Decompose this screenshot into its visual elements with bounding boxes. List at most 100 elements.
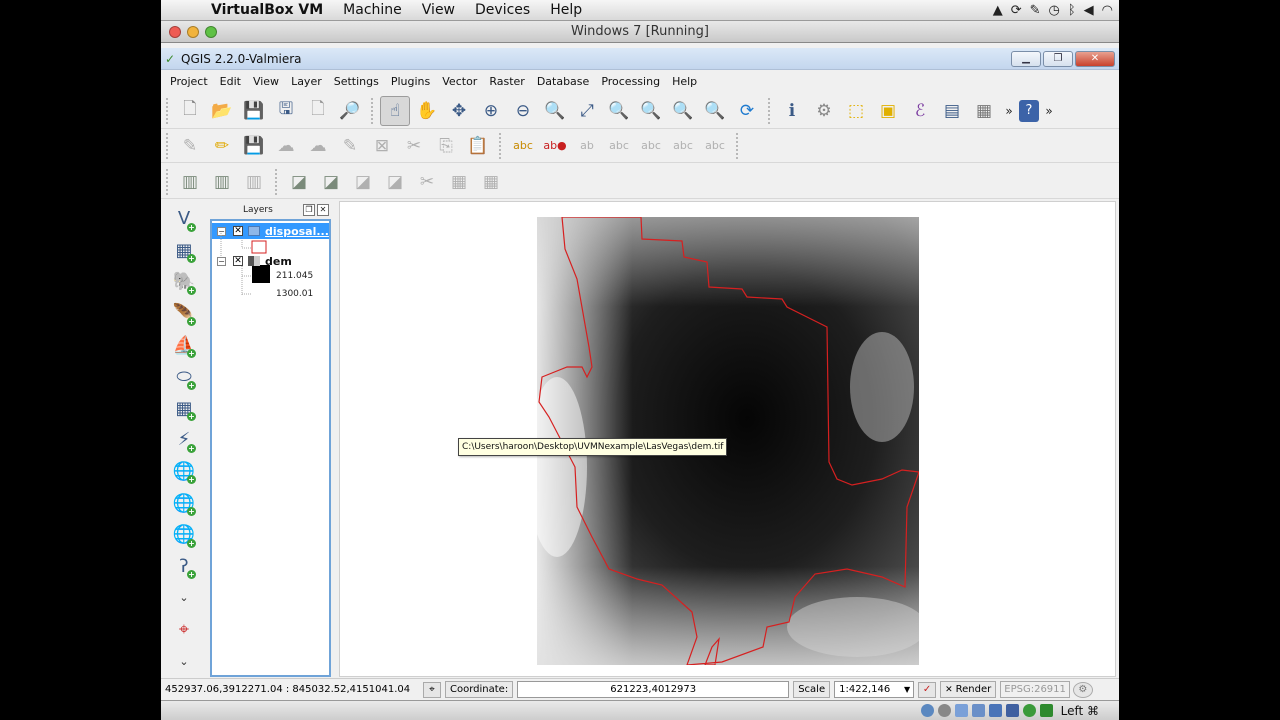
save-as-icon[interactable]: 🖫 bbox=[271, 96, 301, 126]
menu-edit[interactable]: Edit bbox=[214, 75, 247, 88]
float-panel-button[interactable]: ❐ bbox=[303, 204, 315, 216]
pan-to-selection-icon[interactable]: ✥ bbox=[444, 96, 474, 126]
minimize-window-button[interactable] bbox=[187, 26, 199, 38]
virtualization-icon[interactable] bbox=[1022, 704, 1036, 717]
split-features-icon[interactable]: ✂ bbox=[412, 167, 442, 197]
add-vector-layer-icon[interactable]: V + bbox=[169, 203, 199, 235]
add-postgis-layer-icon[interactable]: 🐘 + bbox=[169, 266, 199, 298]
toolbar-grip[interactable] bbox=[275, 168, 279, 195]
pin-labels-icon[interactable]: ab● bbox=[540, 131, 570, 161]
scale-combobox[interactable]: 1:422,146 ▼ bbox=[834, 681, 915, 698]
qgis-restore-button[interactable]: ❐ bbox=[1043, 51, 1073, 67]
label-properties-icon[interactable]: abc bbox=[700, 131, 730, 161]
composer-manager-icon[interactable]: 🔎 bbox=[335, 96, 365, 126]
add-oracle-layer-icon[interactable]: ⬭ + bbox=[169, 361, 199, 393]
menu-vector[interactable]: Vector bbox=[436, 75, 483, 88]
identify-features-icon[interactable]: ℹ bbox=[777, 96, 807, 126]
touch-zoom-pan-icon[interactable]: ☝ bbox=[380, 95, 410, 126]
fill-ring-icon[interactable]: ▥ bbox=[239, 167, 269, 197]
render-checkbox[interactable]: ✕ bbox=[945, 685, 953, 695]
toolbar-grip[interactable] bbox=[736, 132, 740, 159]
move-feature-icon[interactable]: ☁ bbox=[303, 131, 333, 161]
zoom-next-icon[interactable]: 🔍 bbox=[700, 96, 730, 126]
display-icon[interactable] bbox=[988, 704, 1002, 717]
current-edits-icon[interactable]: ✎ bbox=[175, 131, 205, 161]
change-label-icon[interactable]: abc bbox=[668, 131, 698, 161]
toggle-editing-icon[interactable]: ✏ bbox=[207, 131, 237, 161]
mouse-integration-icon[interactable] bbox=[1039, 704, 1053, 717]
save-project-icon[interactable]: 💾 bbox=[239, 96, 269, 126]
drive-icon[interactable]: ▲ bbox=[993, 3, 1003, 18]
toolbar-grip[interactable] bbox=[371, 97, 375, 124]
menu-view[interactable]: View bbox=[412, 2, 465, 18]
zoom-in-icon[interactable]: ⊕ bbox=[476, 96, 506, 126]
toolbar-grip[interactable] bbox=[499, 132, 503, 159]
toolbar-more-icon[interactable]: » bbox=[1001, 96, 1017, 126]
measure-icon[interactable]: ▦ bbox=[969, 96, 999, 126]
toolbar-more-icon[interactable]: » bbox=[1041, 96, 1057, 126]
menu-view[interactable]: View bbox=[247, 75, 285, 88]
map-tips-icon[interactable]: ⚙ bbox=[809, 96, 839, 126]
paste-features-icon[interactable]: 📋 bbox=[463, 131, 493, 161]
collapse-toggle-icon[interactable]: − bbox=[217, 256, 226, 266]
sync-icon[interactable]: ⟳ bbox=[1011, 3, 1022, 18]
new-print-composer-icon[interactable]: 🗋 bbox=[303, 96, 333, 126]
open-project-icon[interactable]: 📂 bbox=[207, 96, 237, 126]
menu-processing[interactable]: Processing bbox=[595, 75, 666, 88]
zoom-last-icon[interactable]: 🔍 bbox=[668, 96, 698, 126]
layer-labeling-icon[interactable]: abc bbox=[508, 131, 538, 161]
map-canvas[interactable]: C:\Users\haroon\Desktop\UVMNexample\LasV… bbox=[339, 201, 1116, 677]
toolbar-grip[interactable] bbox=[166, 97, 170, 124]
add-spatialite-layer-icon[interactable]: 🪶 + bbox=[169, 298, 199, 330]
shared-folders-icon[interactable] bbox=[971, 704, 985, 717]
zoom-window-button[interactable] bbox=[205, 26, 217, 38]
zoom-full-icon[interactable]: ⤢ bbox=[572, 96, 602, 126]
save-edits-icon[interactable]: 💾 bbox=[239, 131, 269, 161]
coordinate-capture-icon[interactable]: ⌖ bbox=[169, 614, 199, 646]
offset-curve-icon[interactable]: ◪ bbox=[380, 167, 410, 197]
expand-tools-icon[interactable]: ⌄ bbox=[169, 645, 199, 677]
deselect-features-icon[interactable]: ▣ bbox=[873, 96, 903, 126]
menu-raster[interactable]: Raster bbox=[483, 75, 530, 88]
pan-map-icon[interactable]: ✋ bbox=[412, 96, 442, 126]
zoom-to-layer-icon[interactable]: 🔍 bbox=[636, 96, 666, 126]
close-window-button[interactable] bbox=[169, 26, 181, 38]
delete-selected-icon[interactable]: ⊠ bbox=[367, 131, 397, 161]
select-features-icon[interactable]: ⬚ bbox=[841, 96, 871, 126]
close-panel-button[interactable]: ✕ bbox=[317, 204, 329, 216]
help-icon[interactable]: ? bbox=[1019, 99, 1039, 122]
show-hide-labels-icon[interactable]: ab bbox=[572, 131, 602, 161]
usb-icon[interactable] bbox=[954, 704, 968, 717]
menu-devices[interactable]: Devices bbox=[465, 2, 540, 18]
menu-machine[interactable]: Machine bbox=[333, 2, 412, 18]
messages-icon[interactable]: ⚙ bbox=[1072, 681, 1093, 698]
rotate-label-icon[interactable]: abc bbox=[636, 131, 666, 161]
attribute-table-icon[interactable]: ▤ bbox=[937, 96, 967, 126]
toolbar-grip[interactable] bbox=[166, 168, 170, 195]
stop-render-icon[interactable]: ✓ bbox=[918, 681, 937, 698]
layer-visibility-checkbox[interactable]: ✕ bbox=[233, 256, 243, 266]
field-calculator-icon[interactable]: ℰ bbox=[905, 96, 935, 126]
delete-ring-icon[interactable]: ◪ bbox=[284, 167, 314, 197]
add-mssql-layer-icon[interactable]: ⛵ + bbox=[169, 329, 199, 361]
layer-tree[interactable]: − ✕ disposal... − ✕ dem 211.045 1300.01 bbox=[210, 219, 331, 677]
qgis-close-button[interactable]: ✕ bbox=[1075, 51, 1115, 67]
coordinate-field[interactable]: 621223,4012973 bbox=[517, 681, 790, 698]
zoom-to-selection-icon[interactable]: 🔍 bbox=[604, 96, 634, 126]
merge-features-icon[interactable]: ▦ bbox=[476, 167, 506, 197]
split-parts-icon[interactable]: ▦ bbox=[444, 167, 474, 197]
menu-plugins[interactable]: Plugins bbox=[385, 75, 436, 88]
zoom-out-icon[interactable]: ⊖ bbox=[508, 96, 538, 126]
delete-part-icon[interactable]: ◪ bbox=[316, 167, 346, 197]
add-raster-layer-icon[interactable]: ▦ + bbox=[169, 235, 199, 267]
menu-database[interactable]: Database bbox=[531, 75, 596, 88]
copy-features-icon[interactable]: ⎘ bbox=[431, 131, 461, 161]
dropdown-arrow-icon[interactable]: ▼ bbox=[904, 682, 910, 697]
qgis-minimize-button[interactable]: ▁ bbox=[1011, 51, 1041, 67]
move-label-icon[interactable]: abc bbox=[604, 131, 634, 161]
network-icon[interactable] bbox=[1005, 704, 1019, 717]
node-tool-icon[interactable]: ✎ bbox=[335, 131, 365, 161]
volume-icon[interactable]: ◀ bbox=[1084, 3, 1094, 18]
add-wms-server-icon[interactable]: 🌐 + bbox=[169, 487, 199, 519]
toolbar-grip[interactable] bbox=[768, 97, 772, 124]
